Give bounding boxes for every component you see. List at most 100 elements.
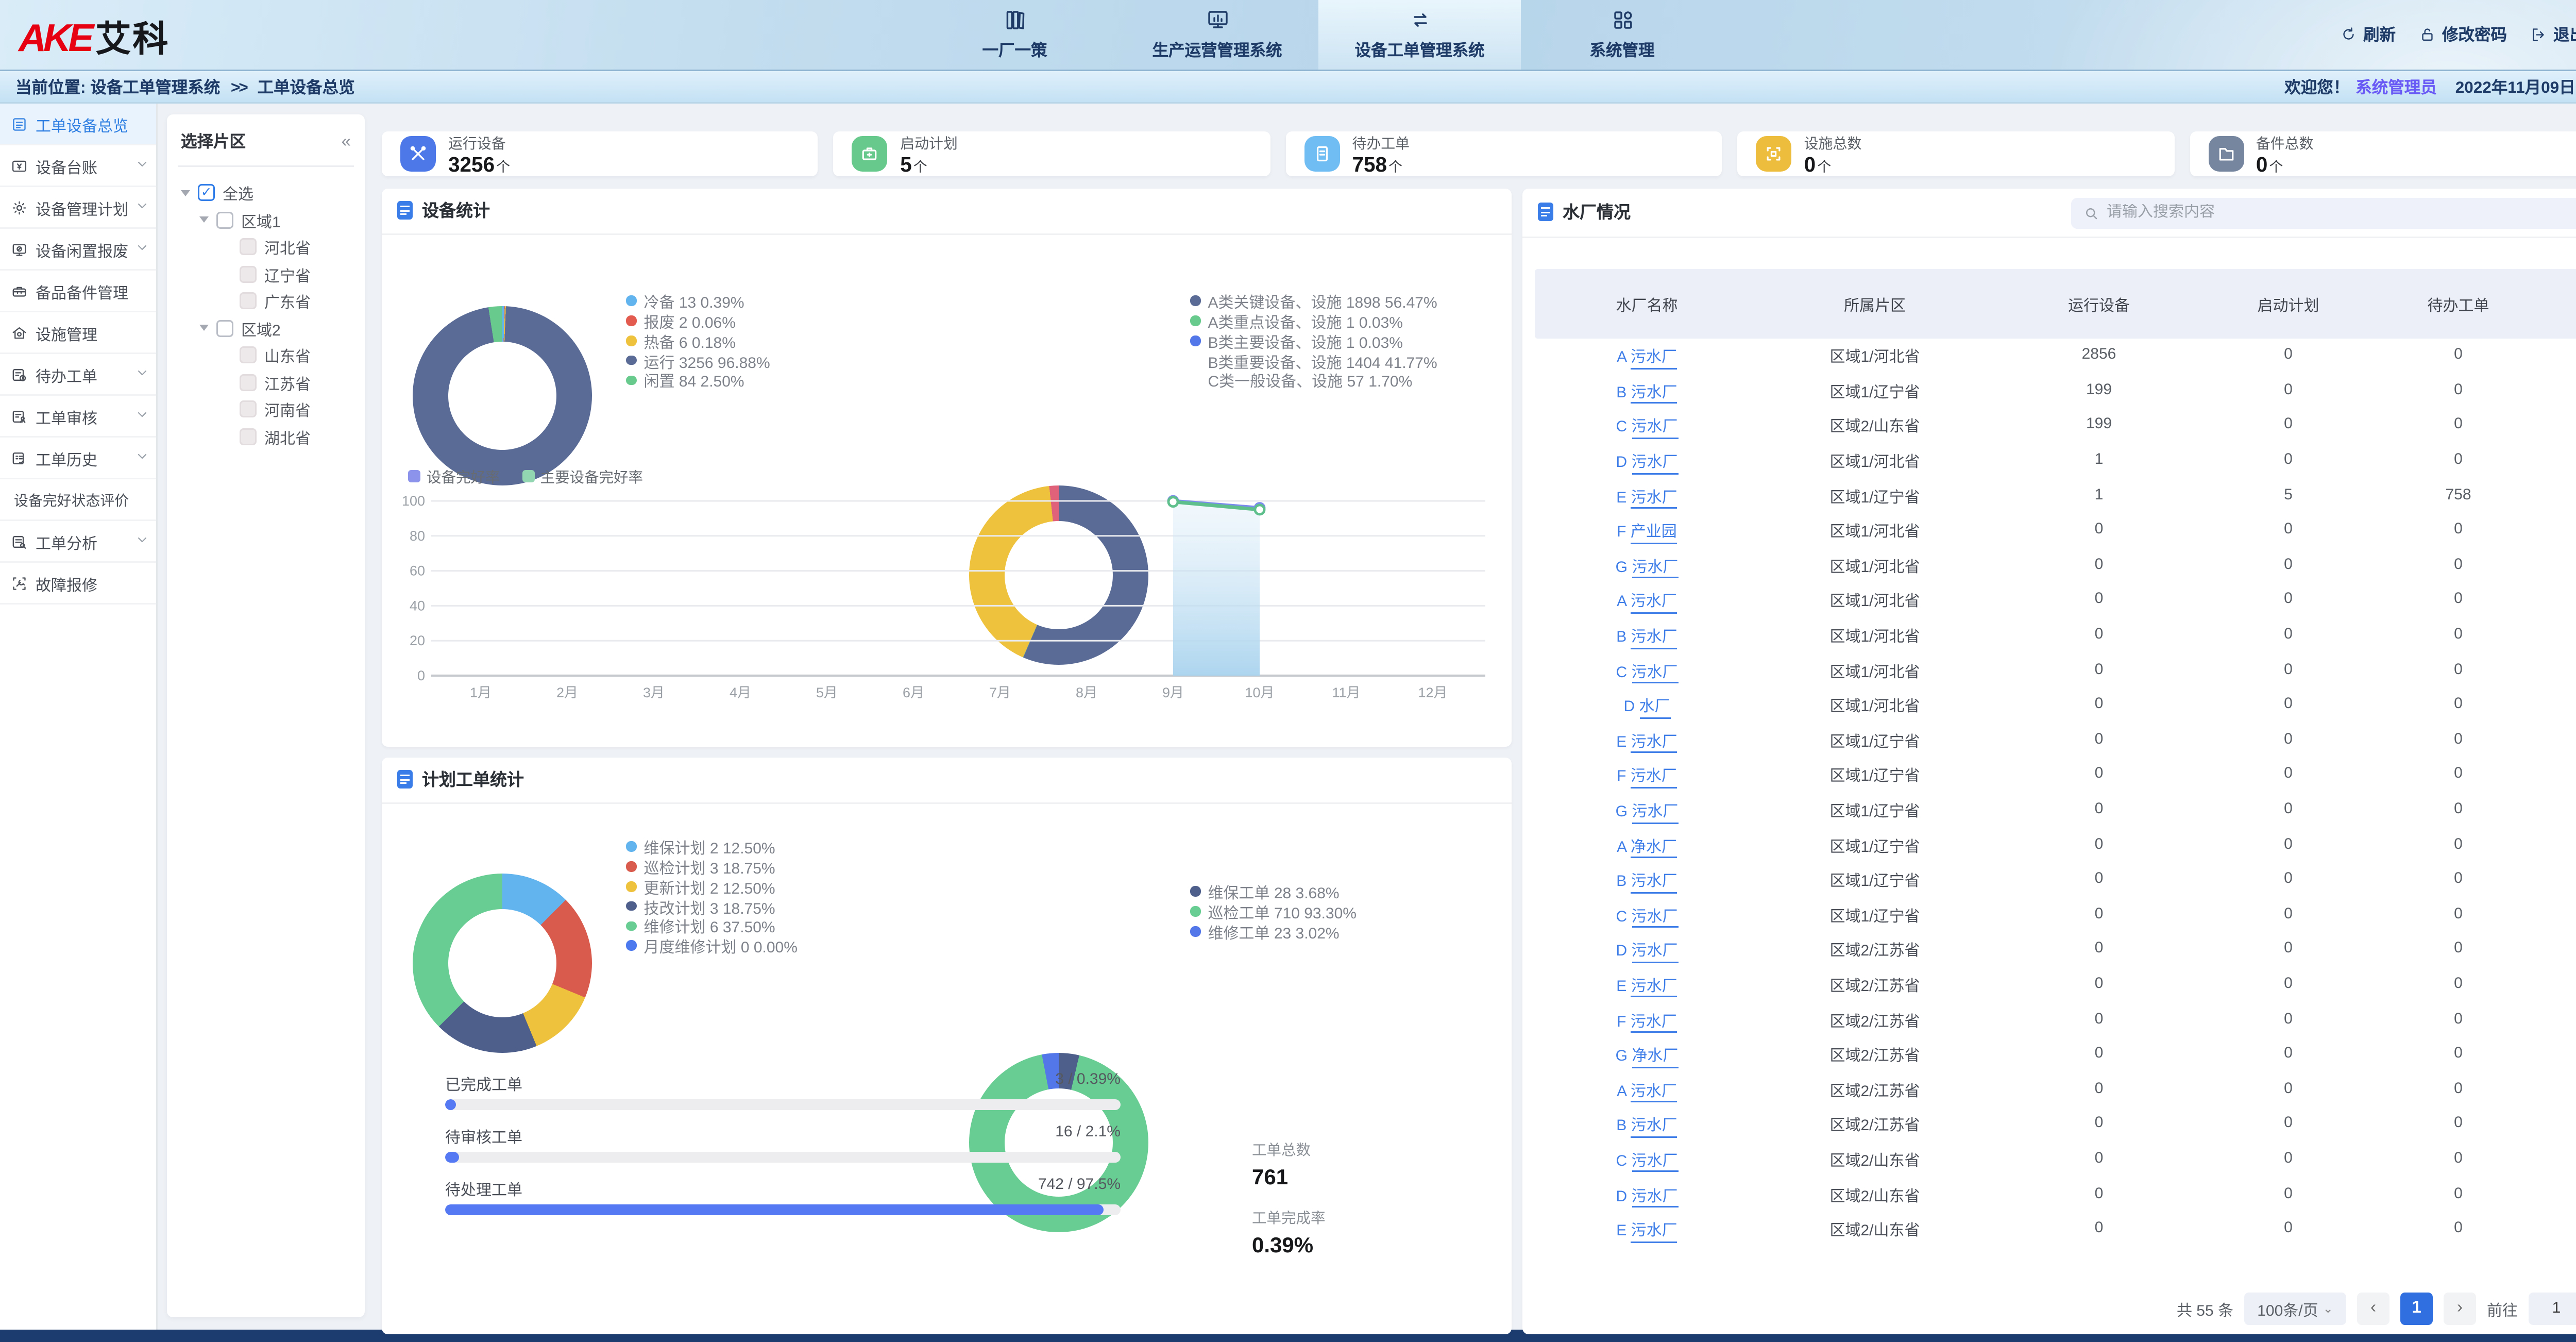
search-box[interactable] [2071,197,2576,228]
plant-link[interactable]: B 污水厂 [1616,629,1677,649]
tree-item-河北省[interactable]: 河北省 [178,233,354,261]
prev-page-button[interactable]: ‹ [2357,1292,2389,1324]
stat-value: 0.39% [1252,1232,1326,1256]
plant-link[interactable]: A 污水厂 [1617,594,1677,614]
tree-item-区域1[interactable]: 区域1 [178,207,354,234]
sidebar-item-工单分析[interactable]: 工单分析 [0,521,156,563]
plant-link[interactable]: G 污水厂 [1616,560,1679,579]
plant-link[interactable]: B 污水厂 [1616,385,1677,405]
chevron-down-icon [136,157,148,174]
plant-link[interactable]: A 污水厂 [1617,1083,1677,1103]
collapse-icon[interactable]: « [342,132,351,151]
legend-item[interactable]: 主要设备完好率 [522,465,643,487]
tab-系统管理[interactable]: 系统管理 [1521,0,1723,70]
sidebar-item-设施管理[interactable]: 设施管理 [0,312,156,354]
page-size-select[interactable]: 100条/页 ⌄ [2244,1292,2346,1324]
plant-link[interactable]: B 污水厂 [1616,1118,1677,1138]
chevdown-icon [136,199,148,211]
chevdown-icon [136,366,148,378]
plant-link[interactable]: G 净水厂 [1616,1049,1679,1068]
tab-生产运营管理系统[interactable]: 生产运营管理系统 [1116,0,1318,70]
analysis-icon [11,533,28,550]
checkbox-disabled[interactable] [240,347,257,364]
sidebar-item-工单审核[interactable]: 工单审核 [0,396,156,438]
tree-item-河南省[interactable]: 河南省 [178,396,354,423]
plant-link[interactable]: C 污水厂 [1616,420,1677,439]
checkbox-disabled[interactable] [240,293,257,310]
legend-item: A类重点设备、设施 1 0.03% [1190,313,1437,329]
tree-item-全选[interactable]: ✓全选 [178,179,354,207]
plant-link[interactable]: G 污水厂 [1616,804,1679,824]
table-row: A 污水厂区域1/河北省285600 [1535,338,2576,373]
tab-设备工单管理系统[interactable]: 设备工单管理系统 [1318,0,1521,70]
checkbox-disabled[interactable] [240,265,257,282]
tree-item-区域2[interactable]: 区域2 [178,315,354,342]
action-刷新[interactable]: 刷新 [2340,23,2396,46]
plant-link[interactable]: A 净水厂 [1617,839,1677,859]
plant-link[interactable]: E 污水厂 [1616,979,1677,998]
column-header[interactable]: 待办工单 [2369,292,2547,315]
sidebar-item-设备完好状态评价[interactable]: 设备完好状态评价 [0,479,156,521]
column-header[interactable]: 运行设备 [1991,292,2207,315]
plant-link[interactable]: E 污水厂 [1616,490,1677,509]
caret-icon[interactable] [199,217,209,223]
plant-link[interactable]: E 污水厂 [1616,734,1677,753]
plant-link[interactable]: A 污水厂 [1617,350,1677,370]
plant-link[interactable]: F 产业园 [1617,525,1677,544]
legend-item: 月度维修计划 0 0.00% [626,937,798,953]
action-修改密码[interactable]: 修改密码 [2419,23,2507,46]
progress-待审核工单: 待审核工单16 / 2.1% [445,1123,1121,1162]
checkbox-disabled[interactable] [240,401,257,418]
plant-link[interactable]: F 污水厂 [1617,769,1677,789]
sidebar-item-设备闲置报废[interactable]: 设备闲置报废 [0,229,156,271]
legend-item[interactable]: 设备完好率 [408,465,500,487]
table-row: B 污水厂区域2/江苏省000 [1535,1106,2576,1142]
briefcase-icon [852,136,888,171]
sidebar-item-工单设备总览[interactable]: 工单设备总览 [0,104,156,145]
sidebar-item-故障报修[interactable]: 故障报修 [0,563,156,605]
legend-item: 技改计划 3 18.75% [626,898,798,914]
sidebar-item-备品备件管理[interactable]: 备品备件管理 [0,271,156,312]
stat-value: 761 [1252,1164,1326,1188]
column-header[interactable]: 所属片区 [1759,292,1991,315]
checkbox[interactable] [216,211,233,228]
search-input[interactable] [2107,204,2576,221]
user-link[interactable]: 系统管理员 [2355,78,2437,97]
column-header[interactable]: 启动计划 [2207,292,2369,315]
plant-link[interactable]: D 污水厂 [1616,1188,1677,1208]
checkbox-disabled[interactable] [240,239,257,256]
sidebar-item-设备管理计划[interactable]: 设备管理计划 [0,187,156,229]
tree-item-广东省[interactable]: 广东省 [178,288,354,315]
ledger-icon [11,157,28,174]
tree-item-辽宁省[interactable]: 辽宁省 [178,261,354,288]
action-退出登录[interactable]: 退出登录 [2530,23,2576,46]
tree-item-江苏省[interactable]: 江苏省 [178,369,354,396]
plant-link[interactable]: C 污水厂 [1616,909,1677,928]
goto-page-input[interactable]: 1 [2529,1292,2576,1324]
sidebar-item-待办工单[interactable]: 待办工单 [0,354,156,396]
checkbox-checked[interactable]: ✓ [198,184,215,202]
plant-link[interactable]: D 水厂 [1623,699,1670,719]
datetime: 2022年11月09日 09:28 [2455,75,2576,98]
tree-item-湖北省[interactable]: 湖北省 [178,423,354,450]
checkbox-disabled[interactable] [240,428,257,445]
tree-item-山东省[interactable]: 山东省 [178,342,354,369]
current-page[interactable]: 1 [2400,1292,2433,1324]
caret-icon[interactable] [181,190,190,196]
plant-link[interactable]: E 污水厂 [1616,1223,1677,1243]
plant-link[interactable]: D 污水厂 [1616,455,1677,474]
tab-一厂一策[interactable]: 一厂一策 [913,0,1116,70]
column-header[interactable]: 水厂名称 [1535,292,1759,315]
sidebar-item-设备台账[interactable]: 设备台账 [0,145,156,187]
checkbox[interactable] [216,320,233,337]
next-page-button[interactable]: › [2444,1292,2476,1324]
plant-link[interactable]: B 污水厂 [1616,874,1677,894]
caret-icon[interactable] [199,325,209,331]
table-row: E 污水厂区域2/山东省000 [1535,1211,2576,1246]
plant-link[interactable]: D 污水厂 [1616,944,1677,963]
sidebar-item-工单历史[interactable]: 工单历史 [0,438,156,479]
plant-link[interactable]: C 污水厂 [1616,664,1677,684]
checkbox-disabled[interactable] [240,374,257,391]
plant-link[interactable]: F 污水厂 [1617,1014,1677,1033]
plant-link[interactable]: C 污水厂 [1616,1153,1677,1173]
